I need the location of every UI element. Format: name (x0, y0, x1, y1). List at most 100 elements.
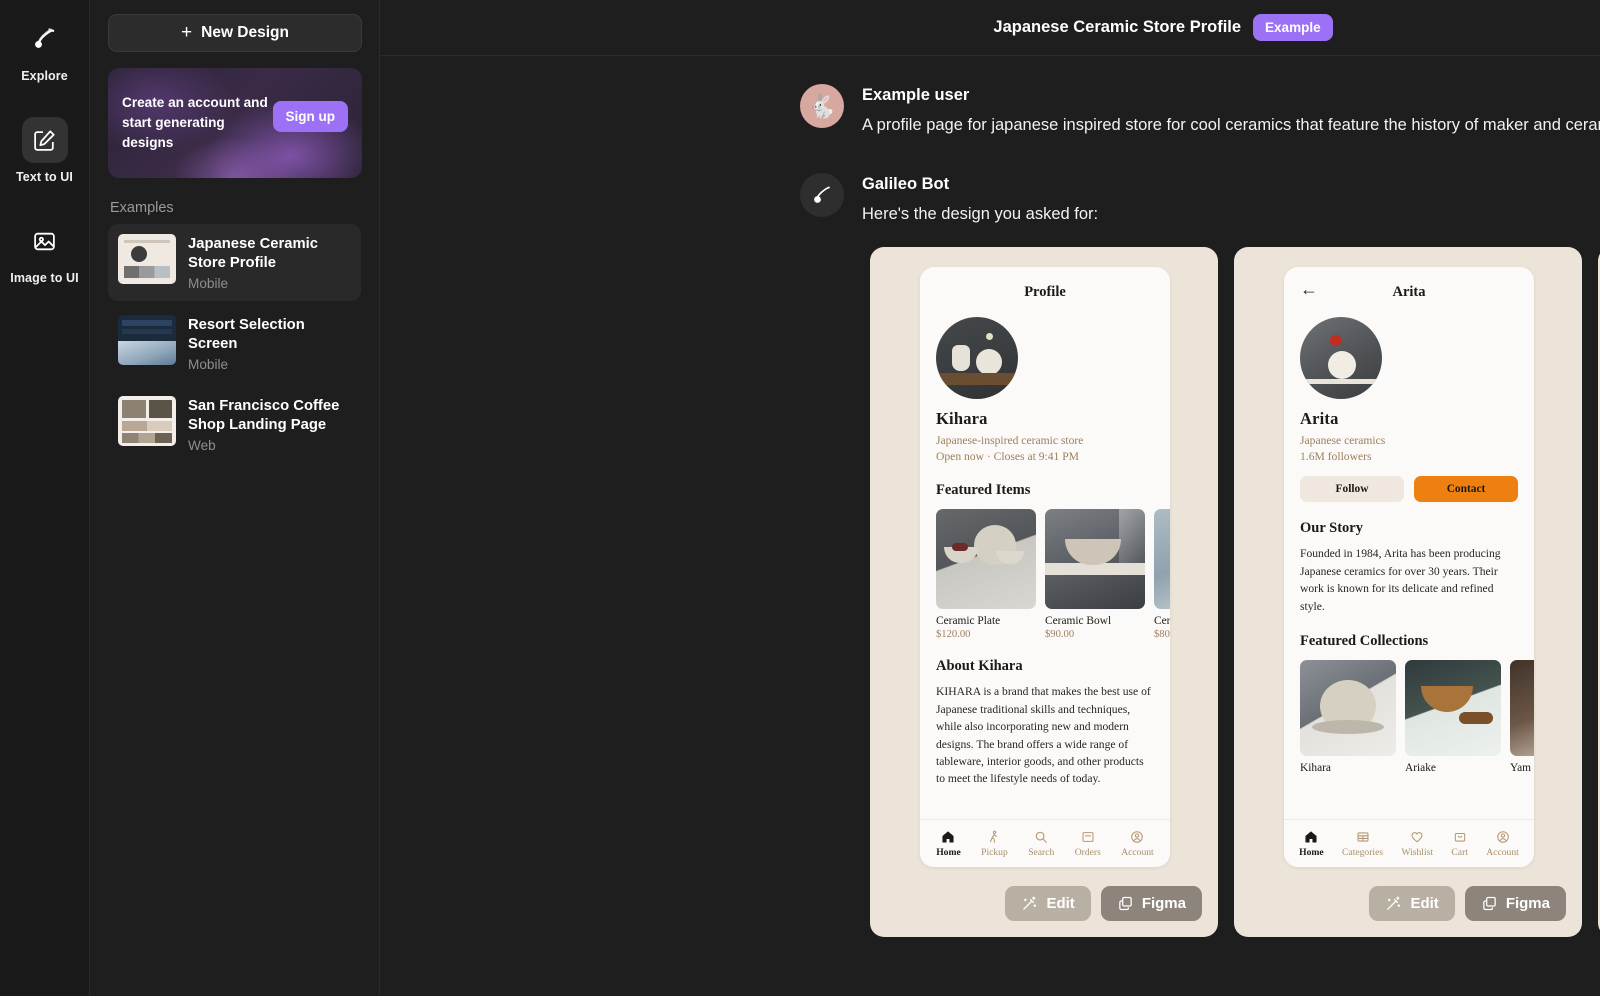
avatar: 🐇 (800, 84, 844, 128)
story-text: Founded in 1984, Arita has been producin… (1300, 547, 1501, 613)
example-badge[interactable]: Example (1253, 14, 1333, 41)
copy-icon (1119, 896, 1132, 911)
collection-card[interactable]: Ariake (1405, 659, 1501, 774)
profile-actions: Follow Contact (1300, 476, 1518, 503)
rail-item-text-to-ui[interactable]: Text to UI (7, 117, 83, 184)
example-item-japanese-ceramic[interactable]: Japanese Ceramic Store Profile Mobile (108, 224, 361, 301)
tab-cart[interactable]: Cart (1451, 830, 1468, 858)
product-card[interactable]: Cera $80.0 (1154, 509, 1170, 640)
example-meta: Japanese Ceramic Store Profile Mobile (188, 234, 348, 291)
figma-button[interactable]: Figma (1100, 886, 1202, 922)
tab-label: Account (1486, 846, 1519, 858)
page-title: Japanese Ceramic Store Profile (993, 18, 1242, 36)
nav-rail: Explore Text to UI Image to UI (0, 0, 90, 996)
store-name: Arita (1300, 409, 1339, 429)
tab-categories[interactable]: Categories (1342, 830, 1383, 858)
tab-account[interactable]: Account (1486, 830, 1519, 858)
app-root: Explore Text to UI Image to UI + New Des… (0, 0, 1600, 996)
section-title-about: About Kihara (936, 658, 1023, 675)
example-thumbnail (118, 395, 176, 446)
image-icon (22, 218, 68, 264)
sign-up-button[interactable]: Sign up (272, 101, 348, 132)
tab-label: Account (1121, 846, 1154, 858)
collection-name: Ariake (1405, 761, 1436, 774)
product-card[interactable]: Ceramic Plate $120.00 (936, 509, 1036, 640)
rail-item-label: Text to UI (15, 170, 74, 184)
featured-collections-row[interactable]: Kihara Ariake Yam (1300, 659, 1534, 774)
store-avatar-image (1300, 317, 1382, 400)
section-title-our-story: Our Story (1300, 520, 1363, 537)
tab-home[interactable]: Home (936, 830, 961, 858)
avatar (800, 172, 844, 217)
example-title: Japanese Ceramic Store Profile (188, 236, 318, 271)
new-design-button[interactable]: + New Design (108, 14, 362, 52)
product-price: $90.00 (1045, 629, 1075, 641)
tab-wishlist[interactable]: Wishlist (1401, 830, 1433, 858)
main-panel: Japanese Ceramic Store Profile Example 🐇… (380, 0, 1600, 996)
account-circle-icon (1131, 830, 1144, 843)
collection-name: Yam (1510, 761, 1532, 774)
example-type: Mobile (188, 356, 229, 372)
avatar-glyph: 🐇 (807, 92, 837, 119)
product-card[interactable]: Ceramic Bowl $90.00 (1045, 509, 1145, 640)
search-icon (1036, 831, 1048, 843)
featured-items-row[interactable]: Ceramic Plate $120.00 Ceramic Bowl $90.0… (936, 509, 1170, 640)
follow-button[interactable]: Follow (1300, 476, 1404, 503)
examples-list: Japanese Ceramic Store Profile Mobile Re… (108, 224, 361, 463)
section-title-featured-collections: Featured Collections (1300, 632, 1429, 649)
edit-label: Edit (1410, 895, 1439, 913)
product-name: Cera (1154, 615, 1170, 628)
tab-label: Orders (1074, 846, 1101, 858)
grid-table-icon (1357, 832, 1369, 842)
example-item-resort-selection[interactable]: Resort Selection Screen Mobile (108, 305, 361, 382)
top-bar: Japanese Ceramic Store Profile Example (380, 0, 1600, 56)
magic-wand-icon (1023, 896, 1037, 910)
product-price: $120.00 (936, 629, 971, 641)
home-icon (942, 830, 954, 843)
phone-mockup: ← Arita Arita Japanese ceramics 1.6M fol… (1284, 267, 1534, 868)
tab-search[interactable]: Search (1028, 830, 1054, 858)
product-image (1154, 509, 1170, 610)
design-card-kihara[interactable]: Profile Kihara Japanese-inspired ceramic… (870, 247, 1218, 938)
store-name: Kihara (936, 409, 988, 429)
heart-icon (1411, 831, 1423, 842)
tab-home[interactable]: Home (1299, 830, 1324, 858)
collection-card[interactable]: Yam (1510, 659, 1534, 774)
back-arrow-icon[interactable]: ← (1300, 280, 1318, 298)
example-type: Mobile (188, 275, 229, 291)
tab-pickup[interactable]: Pickup (981, 830, 1008, 858)
example-title: Resort Selection Screen (188, 316, 305, 352)
card-action-buttons: Edit Figma (1369, 886, 1566, 922)
edit-button[interactable]: Edit (1005, 886, 1091, 922)
receipt-icon (1082, 831, 1094, 842)
rail-item-explore[interactable]: Explore (7, 16, 83, 83)
design-card-arita[interactable]: ← Arita Arita Japanese ceramics 1.6M fol… (1234, 247, 1582, 938)
basket-icon (1454, 832, 1465, 842)
figma-button[interactable]: Figma (1464, 886, 1566, 922)
tab-orders[interactable]: Orders (1075, 830, 1101, 858)
walking-person-icon (990, 830, 998, 843)
tab-label: Pickup (981, 846, 1008, 858)
sidebar: + New Design Create an account and start… (90, 0, 380, 996)
message-text: Here's the design you asked for: (862, 204, 1099, 223)
collection-image (1405, 659, 1501, 756)
collection-name: Kihara (1300, 761, 1331, 774)
collection-image (1300, 659, 1396, 756)
comet-icon (22, 16, 68, 62)
collection-card[interactable]: Kihara (1300, 659, 1396, 774)
examples-heading: Examples (110, 200, 174, 216)
contact-button[interactable]: Contact (1414, 476, 1518, 503)
edit-button[interactable]: Edit (1369, 886, 1455, 922)
comet-icon (814, 186, 830, 203)
example-item-sf-coffee[interactable]: San Francisco Coffee Shop Landing Page W… (108, 386, 361, 463)
tab-account[interactable]: Account (1121, 830, 1154, 858)
phone-screen: Profile Kihara Japanese-inspired ceramic… (920, 267, 1170, 868)
collection-image (1510, 659, 1534, 756)
rail-item-image-to-ui[interactable]: Image to UI (7, 218, 83, 285)
example-meta: Resort Selection Screen Mobile (188, 315, 348, 372)
store-subtitle: Japanese ceramics (1300, 434, 1386, 448)
store-avatar-image (936, 317, 1018, 400)
copy-icon (1483, 896, 1496, 911)
rail-item-label: Image to UI (10, 271, 79, 285)
card-action-buttons: Edit Figma (1005, 886, 1202, 922)
